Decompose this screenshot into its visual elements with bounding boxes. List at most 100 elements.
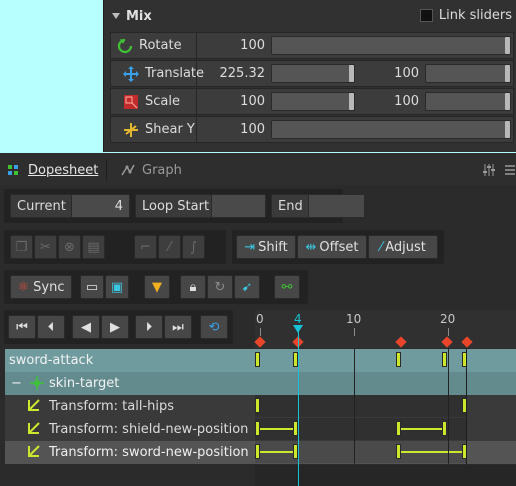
expand-all-button[interactable]: ▣ <box>105 275 129 299</box>
keyframe[interactable] <box>255 398 260 413</box>
curve-bezier-button[interactable]: ∫ <box>182 235 205 259</box>
filter-button[interactable]: ▼ <box>144 275 170 299</box>
expander-icon[interactable]: − <box>11 376 25 391</box>
rotate-value[interactable]: 100 <box>211 38 265 53</box>
keyframe[interactable] <box>442 421 447 436</box>
loop-button[interactable]: ⟲ <box>200 315 228 339</box>
scale-y-slider[interactable] <box>425 92 511 111</box>
keyframe[interactable] <box>255 352 260 367</box>
track-lane[interactable] <box>255 441 467 463</box>
lock-button[interactable]: 🔒︎ <box>180 275 206 299</box>
scale-x-slider[interactable] <box>271 92 355 111</box>
link-sliders-toggle[interactable]: Link sliders <box>419 6 512 24</box>
link-keys-button[interactable]: ⚯ <box>274 275 300 299</box>
key-marker-icon <box>441 336 453 348</box>
timeline-ruler[interactable]: 0 4 10 20 <box>254 310 516 348</box>
translate-y-slider-thumb[interactable] <box>505 65 510 82</box>
translate-x-slider[interactable] <box>271 64 355 83</box>
translate-y-slider[interactable] <box>425 64 511 83</box>
select-button[interactable]: ➹ <box>234 275 260 299</box>
keyframe[interactable] <box>396 352 401 367</box>
prev-key-button[interactable]: ⏴ <box>37 315 65 339</box>
play-backward-button[interactable]: ◀ <box>72 315 100 339</box>
menu-icon[interactable] <box>504 162 516 178</box>
delete-icon: ⊗ <box>64 239 75 255</box>
track-row[interactable]: − skin-target <box>5 372 516 395</box>
track-row[interactable]: Transform: sword-new-position <box>5 441 516 464</box>
track-row[interactable]: sword-attack <box>5 349 516 372</box>
current-frame-field[interactable]: Current 4 <box>10 194 130 218</box>
playback-group: ⏮ ⏴ ◀ ▶ ⏵ ⏭ ⟲ <box>4 310 233 344</box>
sync-button[interactable]: ⚛ Sync <box>10 275 72 299</box>
scale-x-slider-thumb[interactable] <box>349 93 354 110</box>
hold-span <box>400 451 464 453</box>
timeline-empty-area[interactable] <box>255 465 516 486</box>
loop-start-value[interactable] <box>211 195 265 217</box>
end-field[interactable]: End <box>271 194 365 218</box>
keyframe[interactable] <box>396 444 401 459</box>
keyframe[interactable] <box>442 352 447 367</box>
translate-x-value[interactable]: 225.32 <box>211 66 266 81</box>
refresh-icon: ↻ <box>214 279 226 295</box>
adjust-button[interactable]: ⁄ Adjust <box>368 235 438 259</box>
translate-y-value[interactable]: 100 <box>363 66 419 81</box>
play-forward-icon: ▶ <box>110 319 120 335</box>
ruler-label-current: 4 <box>294 312 302 326</box>
collapse-arrow-icon[interactable] <box>112 13 120 19</box>
last-frame-icon: ⏭ <box>172 319 184 335</box>
grid-line <box>448 349 449 464</box>
curve-linear-button[interactable]: ⁄ <box>158 235 181 259</box>
track-name: Transform: tall-hips <box>49 398 175 414</box>
rotate-slider[interactable] <box>271 36 511 55</box>
shear-slider[interactable] <box>271 120 511 139</box>
scale-y-value[interactable]: 100 <box>363 94 419 109</box>
adjust-icon: ⁄ <box>380 239 383 255</box>
key-marker-icon <box>395 336 407 348</box>
translate-x-slider-thumb[interactable] <box>349 65 354 82</box>
current-value[interactable]: 4 <box>71 195 129 217</box>
track-row[interactable]: Transform: shield-new-position <box>5 418 516 441</box>
collapse-all-button[interactable]: ▭ <box>80 275 104 299</box>
settings-sliders-icon[interactable] <box>481 162 497 178</box>
track-lane[interactable] <box>255 372 466 394</box>
first-frame-button[interactable]: ⏮ <box>8 315 36 339</box>
ruler-tick <box>448 328 449 336</box>
play-forward-button[interactable]: ▶ <box>101 315 129 339</box>
mix-row-rotate: Rotate 100 <box>110 32 514 59</box>
offset-group: ⇥ Shift ⇹ Offset ⁄ Adjust <box>232 230 444 264</box>
cut-button[interactable]: ✂ <box>34 235 57 259</box>
track-row[interactable]: Transform: tall-hips <box>5 395 516 418</box>
loop-start-field[interactable]: Loop Start <box>135 194 266 218</box>
scale-x-value[interactable]: 100 <box>211 94 265 109</box>
tab-graph[interactable]: Graph <box>120 159 182 181</box>
shear-slider-thumb[interactable] <box>505 121 510 138</box>
dopesheet-panel: Dopesheet Graph Current 4 Loop Start End <box>0 153 516 486</box>
keyframe[interactable] <box>255 444 260 459</box>
delete-button[interactable]: ⊗ <box>58 235 81 259</box>
last-frame-button[interactable]: ⏭ <box>164 315 192 339</box>
track-lane[interactable] <box>255 349 467 371</box>
shift-button[interactable]: ⇥ Shift <box>236 235 296 259</box>
curve-stepped-button[interactable]: ⌐ <box>134 235 157 259</box>
track-lane[interactable] <box>255 418 466 440</box>
playhead-line[interactable] <box>298 328 299 486</box>
copy-button[interactable]: ❐ <box>10 235 33 259</box>
end-value[interactable] <box>308 195 364 217</box>
current-label: Current <box>17 198 66 214</box>
cut-icon: ✂ <box>40 239 51 255</box>
paste-button[interactable]: ▤ <box>82 235 105 259</box>
track-lane[interactable] <box>255 395 467 417</box>
offset-button[interactable]: ⇹ Offset <box>297 235 367 259</box>
tab-dopesheet-label: Dopesheet <box>28 162 99 178</box>
keyframe[interactable] <box>255 421 260 436</box>
tab-dopesheet[interactable]: Dopesheet <box>6 159 98 181</box>
link-sliders-checkbox[interactable] <box>419 8 433 22</box>
keyframe[interactable] <box>396 421 401 436</box>
rotate-slider-thumb[interactable] <box>505 37 510 54</box>
mix-header[interactable]: Mix <box>112 6 152 26</box>
shear-value[interactable]: 100 <box>211 122 265 137</box>
end-label: End <box>278 198 303 214</box>
refresh-button[interactable]: ↻ <box>207 275 233 299</box>
scale-y-slider-thumb[interactable] <box>505 93 510 110</box>
next-key-button[interactable]: ⏵ <box>135 315 163 339</box>
